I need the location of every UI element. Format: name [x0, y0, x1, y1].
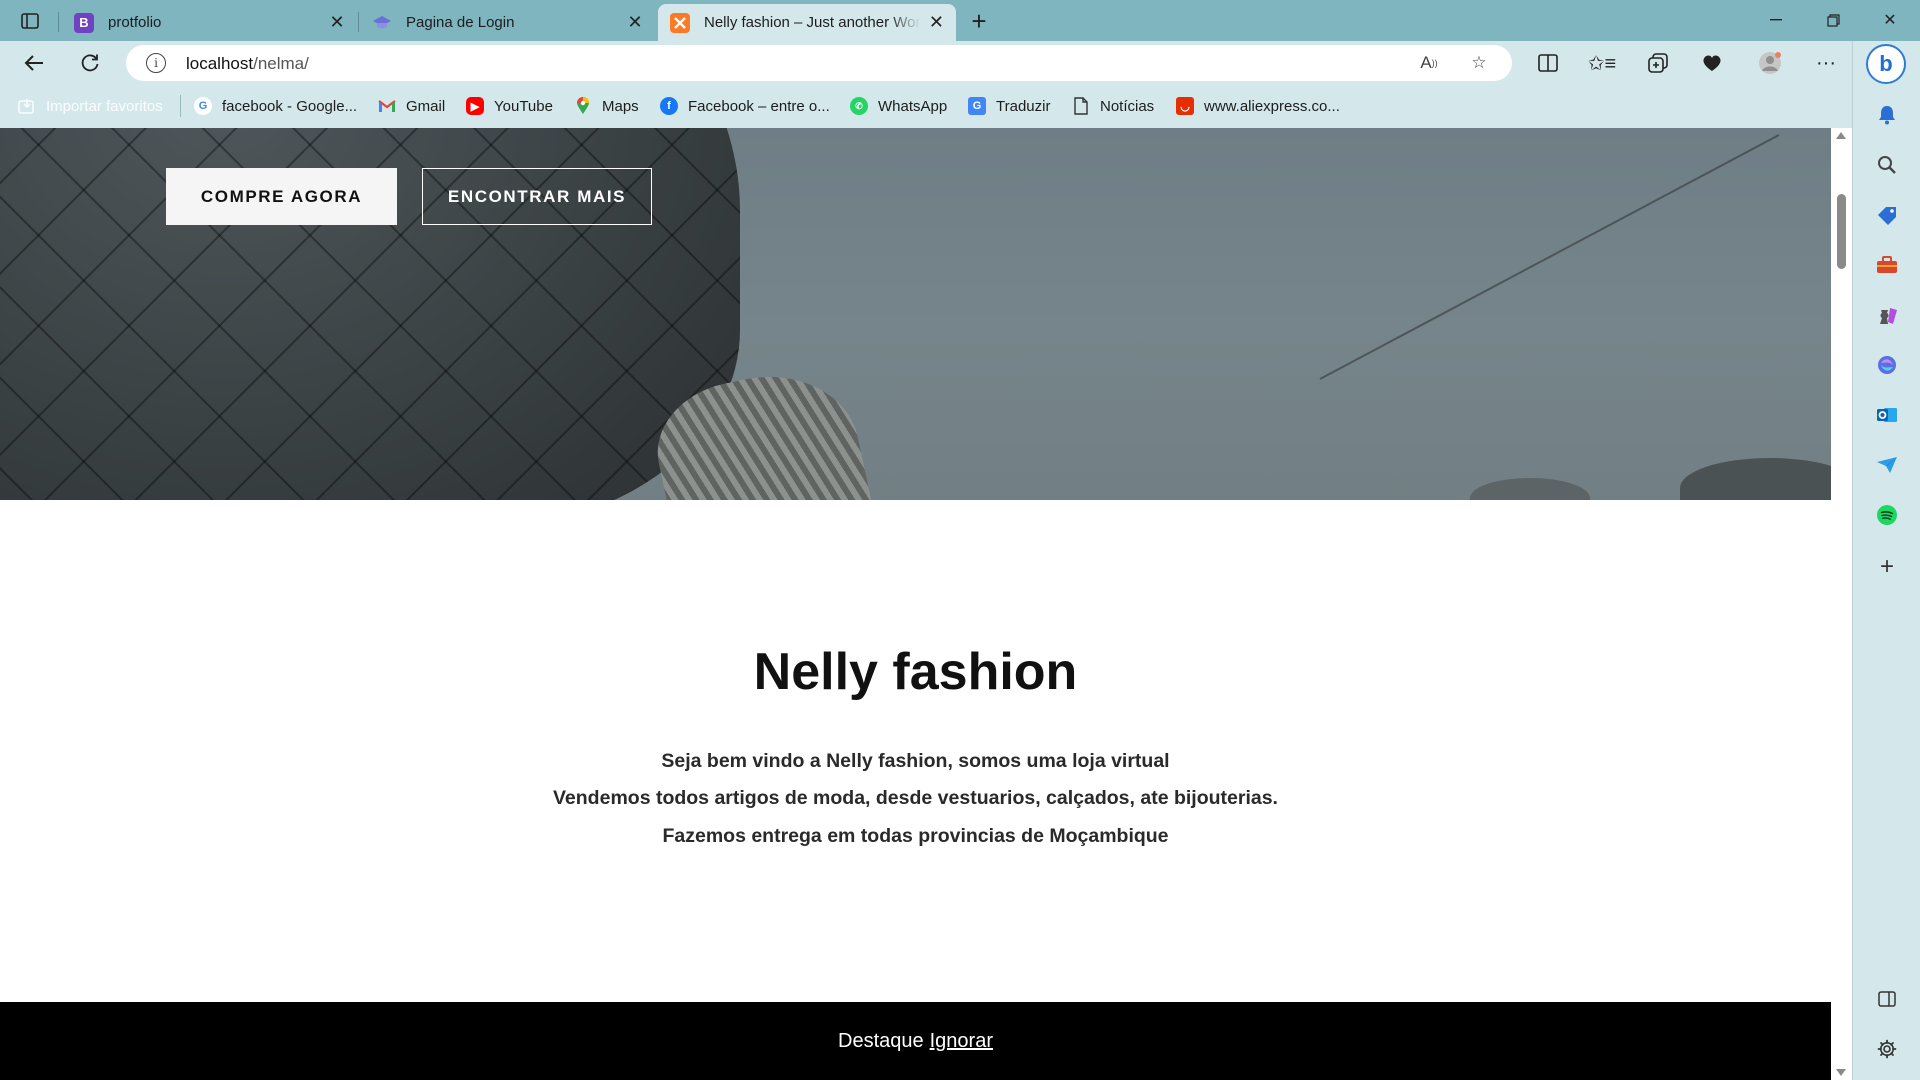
browser-toolbar: i localhost/nelma/ A)) ☆ ✩≡ ···	[0, 41, 1852, 85]
favorite-gmail[interactable]: Gmail	[378, 95, 445, 117]
favorite-label: facebook - Google...	[222, 97, 358, 115]
new-tab-button[interactable]: +	[964, 6, 994, 36]
intro-line-products: Vendemos todos artigos de moda, desde ve…	[553, 787, 1278, 809]
tab-actions-icon[interactable]	[12, 7, 48, 35]
hero-background-tree	[1470, 478, 1590, 500]
tab-separator	[58, 12, 59, 32]
favorite-noticias[interactable]: Notícias	[1072, 95, 1154, 117]
whatsapp-icon: ✆	[850, 97, 868, 115]
favorite-label: YouTube	[494, 97, 553, 115]
graduation-cap-icon	[372, 13, 392, 33]
favorite-label: Notícias	[1100, 97, 1155, 115]
send-icon[interactable]	[1875, 453, 1899, 477]
favorite-label: Facebook – entre o...	[688, 97, 830, 115]
site-info-icon[interactable]: i	[146, 53, 166, 73]
youtube-icon: ▶	[466, 97, 484, 115]
address-bar[interactable]: i localhost/nelma/ A)) ☆	[126, 45, 1512, 81]
favorite-youtube[interactable]: ▶ YouTube	[466, 95, 553, 117]
shopping-tag-icon[interactable]	[1875, 203, 1899, 227]
outlook-icon[interactable]	[1875, 403, 1899, 427]
collections-icon[interactable]	[1640, 47, 1676, 79]
shop-now-button[interactable]: COMPRE AGORA	[166, 168, 397, 225]
copilot-icon[interactable]	[1875, 353, 1899, 377]
bell-icon[interactable]	[1875, 103, 1899, 127]
browser-essentials-icon[interactable]	[1694, 47, 1730, 79]
find-more-button[interactable]: ENCONTRAR MAIS	[422, 168, 652, 225]
url-text: localhost/nelma/	[186, 54, 309, 73]
favorite-facebook-google[interactable]: G facebook - Google...	[194, 95, 357, 117]
hero-background-tree	[1680, 458, 1831, 500]
tools-icon[interactable]	[1875, 253, 1899, 277]
refresh-icon[interactable]	[72, 47, 108, 79]
tab-title: Pagina de Login	[406, 14, 515, 31]
favorite-aliexpress[interactable]: ◡ www.aliexpress.co...	[1176, 95, 1340, 117]
edge-sidebar: +	[1852, 41, 1920, 1080]
google-icon: G	[194, 97, 212, 115]
browser-title-bar: B protfolio ✕ Pagina de Login ✕ Nelly fa…	[0, 0, 1920, 41]
intro-line-welcome: Seja bem vindo a Nelly fashion, somos um…	[661, 750, 1170, 772]
favorite-translate[interactable]: G Traduzir	[968, 95, 1050, 117]
hero-background-wire	[1319, 133, 1780, 380]
dismiss-notice-link[interactable]: Ignorar	[930, 1030, 993, 1053]
tab-nelly-fashion[interactable]: Nelly fashion – Just another WordPress s…	[658, 4, 956, 41]
favorites-separator	[180, 95, 181, 117]
search-icon[interactable]	[1875, 153, 1899, 177]
tab-title: Nelly fashion – Just another WordPress s…	[704, 14, 921, 31]
favorite-label: Importar favoritos	[46, 97, 163, 115]
favorites-bar: Importar favoritos G facebook - Google..…	[0, 85, 1852, 128]
favorite-label: WhatsApp	[878, 97, 948, 115]
intro-line-delivery: Fazemos entrega em todas provincias de M…	[662, 825, 1169, 847]
import-favorites-link[interactable]: Importar favoritos	[18, 95, 163, 117]
favorite-whatsapp[interactable]: ✆ WhatsApp	[850, 95, 947, 117]
split-screen-icon[interactable]	[1530, 47, 1566, 79]
read-aloud-icon[interactable]: A))	[1418, 52, 1440, 74]
favorite-facebook[interactable]: f Facebook – entre o...	[660, 95, 830, 117]
notice-text: Destaque	[838, 1029, 924, 1052]
favorite-star-icon[interactable]: ☆	[1468, 52, 1490, 74]
favorite-label: Traduzir	[996, 97, 1051, 115]
tab-protfolio[interactable]: B protfolio ✕	[62, 4, 358, 41]
add-icon[interactable]: +	[1875, 553, 1899, 580]
favorite-label: Gmail	[406, 97, 446, 115]
close-icon[interactable]: ✕	[328, 12, 346, 32]
aliexpress-icon: ◡	[1176, 97, 1194, 115]
close-window-button[interactable]: ✕	[1862, 0, 1918, 40]
favorite-label: www.aliexpress.co...	[1204, 97, 1340, 115]
xampp-icon	[670, 12, 690, 33]
translate-icon: G	[968, 97, 986, 115]
games-icon[interactable]	[1875, 303, 1899, 327]
hero-banner: COMPRE AGORA ENCONTRAR MAIS	[0, 128, 1831, 500]
import-icon	[18, 97, 36, 115]
facebook-icon: f	[660, 97, 678, 115]
restore-button[interactable]	[1805, 0, 1861, 40]
gmail-icon	[378, 97, 396, 115]
favorite-maps[interactable]: Maps	[574, 95, 639, 117]
back-arrow-icon[interactable]	[16, 47, 52, 79]
minimize-button[interactable]	[1748, 0, 1804, 40]
scroll-down-arrow-icon[interactable]	[1836, 1069, 1846, 1076]
favorite-label: Maps	[602, 97, 639, 115]
gear-icon[interactable]	[1875, 1037, 1899, 1061]
tab-pagina-de-login[interactable]: Pagina de Login ✕	[360, 4, 656, 41]
more-options-icon[interactable]: ···	[1808, 47, 1844, 79]
document-icon	[1072, 97, 1090, 115]
hide-sidebar-icon[interactable]	[1875, 987, 1899, 1011]
bootstrap-icon: B	[74, 12, 94, 33]
spotify-icon[interactable]	[1875, 503, 1899, 527]
close-icon[interactable]: ✕	[929, 12, 944, 32]
page-scrollbar[interactable]	[1831, 128, 1852, 1080]
store-notice-bar: Destaque Ignorar	[0, 1002, 1831, 1080]
page-viewport: COMPRE AGORA ENCONTRAR MAIS Nelly fashio…	[0, 128, 1831, 1080]
profile-avatar[interactable]	[1752, 47, 1788, 79]
close-icon[interactable]: ✕	[626, 12, 644, 32]
scroll-up-arrow-icon[interactable]	[1836, 132, 1846, 139]
tab-title: protfolio	[108, 14, 162, 31]
tab-separator	[358, 12, 359, 32]
favorites-icon[interactable]: ✩≡	[1584, 47, 1620, 79]
store-title: Nelly fashion	[753, 643, 1078, 701]
scroll-thumb[interactable]	[1837, 194, 1846, 269]
bing-chat-icon[interactable]: b	[1866, 44, 1906, 84]
maps-icon	[574, 97, 592, 115]
